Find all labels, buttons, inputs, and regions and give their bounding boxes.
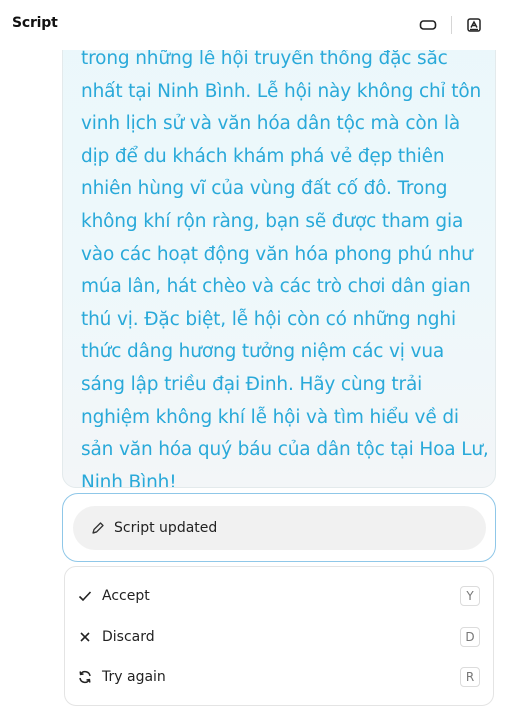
accept-button[interactable]: Accept Y: [65, 576, 493, 616]
try-again-label: Try again: [102, 669, 166, 685]
close-icon: [77, 629, 93, 645]
refresh-icon: [77, 669, 93, 685]
try-again-button[interactable]: Try again R: [65, 657, 493, 697]
accept-shortcut: Y: [460, 586, 480, 606]
panel-header: Script: [0, 0, 513, 50]
window-icon[interactable]: [417, 14, 439, 36]
script-message-bubble: trong những lễ hội truyền thống đặc sắc …: [62, 0, 496, 488]
export-icon[interactable]: [463, 14, 485, 36]
action-menu: Accept Y Discard D Try again R: [64, 566, 494, 706]
script-status-card: Script updated: [62, 493, 496, 562]
discard-button[interactable]: Discard D: [65, 617, 493, 657]
discard-shortcut: D: [460, 627, 480, 647]
pencil-icon: [90, 520, 106, 536]
script-status-label: Script updated: [114, 520, 218, 536]
check-icon: [77, 588, 93, 604]
try-again-shortcut: R: [460, 667, 480, 687]
script-text: trong những lễ hội truyền thống đặc sắc …: [81, 48, 489, 488]
discard-label: Discard: [102, 629, 155, 645]
accept-label: Accept: [102, 588, 150, 604]
script-status-pill[interactable]: Script updated: [73, 506, 486, 550]
header-divider: [451, 16, 452, 34]
panel-title: Script: [12, 15, 58, 31]
